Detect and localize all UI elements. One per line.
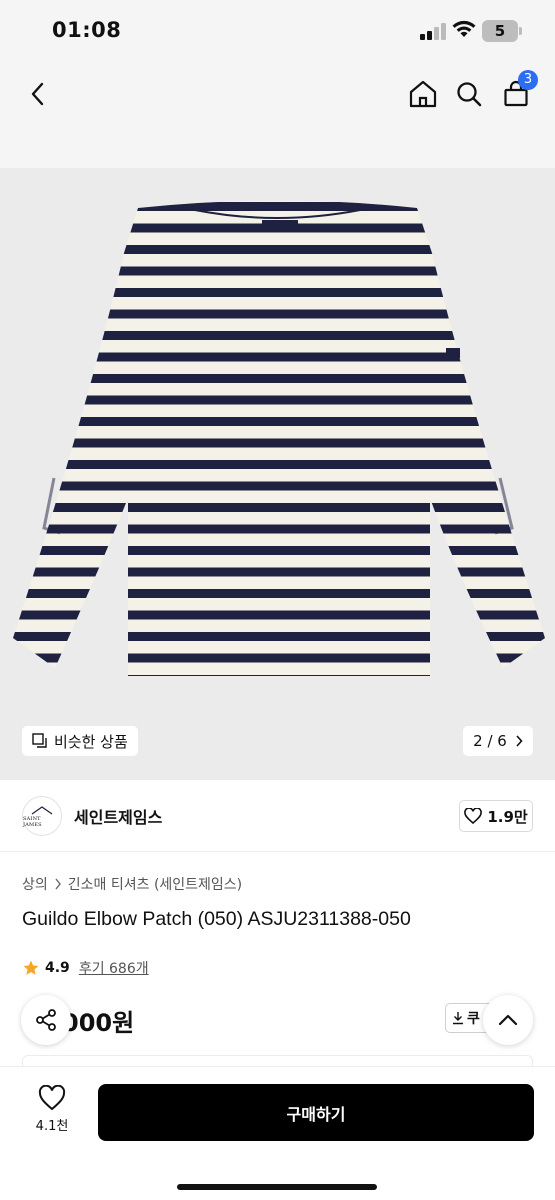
rating-row: 4.9 후기 686개 xyxy=(22,958,149,978)
home-indicator xyxy=(177,1184,377,1190)
rating-value: 4.9 xyxy=(45,960,70,976)
wishlist-count: 4.1천 xyxy=(35,1119,69,1134)
cart-button[interactable]: 3 xyxy=(498,70,538,112)
image-pager[interactable]: 2 / 6 xyxy=(463,726,533,756)
coupon-label: 쿠 xyxy=(467,1011,480,1027)
wishlist-button[interactable]: 4.1천 xyxy=(22,1085,82,1143)
search-icon xyxy=(457,82,482,107)
download-icon xyxy=(453,1012,463,1025)
home-button[interactable] xyxy=(405,76,441,112)
brand-logo-text: SAINT JAMES xyxy=(23,815,42,828)
star-icon xyxy=(23,960,39,975)
breadcrumb: 상의 긴소매 티셔츠 (세인트제임스) xyxy=(22,874,242,894)
cart-badge: 3 xyxy=(518,70,538,90)
brand-row[interactable]: SAINT JAMES 세인트제임스 1.9만 xyxy=(0,780,555,852)
striped-shirt-image xyxy=(13,200,545,676)
wifi-icon xyxy=(452,20,476,37)
brand-like-button[interactable]: 1.9만 xyxy=(459,800,533,832)
scroll-top-button[interactable] xyxy=(483,995,533,1045)
product-title: Guildo Elbow Patch (050) ASJU2311388-050 xyxy=(22,908,411,930)
similar-products-label: 비슷한 상품 xyxy=(54,732,128,751)
review-link[interactable]: 후기 686개 xyxy=(79,958,149,978)
signal-icon xyxy=(420,22,446,40)
similar-products-button[interactable]: 비슷한 상품 xyxy=(22,726,138,756)
chevron-up-icon xyxy=(498,1014,518,1026)
chevron-right-icon xyxy=(55,878,61,890)
app-header: 3 xyxy=(0,62,555,168)
breadcrumb-category[interactable]: 상의 xyxy=(22,874,48,894)
home-icon xyxy=(409,80,437,108)
status-bar: 01:08 5 xyxy=(0,0,555,62)
price: 000원 xyxy=(62,1009,135,1037)
share-button[interactable] xyxy=(21,995,71,1045)
buy-button[interactable]: 구매하기 xyxy=(98,1084,534,1141)
back-button[interactable] xyxy=(20,76,56,112)
share-icon xyxy=(36,1009,56,1031)
product-image[interactable]: 비슷한 상품 2 / 6 xyxy=(0,168,555,780)
search-button[interactable] xyxy=(451,76,487,112)
battery-indicator: 5 xyxy=(482,20,522,42)
brand-name[interactable]: 세인트제임스 xyxy=(74,804,162,828)
page-indicator: 2 / 6 xyxy=(473,732,507,750)
similar-icon xyxy=(32,733,47,748)
brand-logo[interactable]: SAINT JAMES xyxy=(22,796,62,836)
heart-icon xyxy=(464,808,483,824)
brand-like-count: 1.9만 xyxy=(487,807,528,826)
bottom-bar: 4.1천 구매하기 xyxy=(0,1066,555,1200)
breadcrumb-subcategory[interactable]: 긴소매 티셔츠 (세인트제임스) xyxy=(68,874,242,894)
chevron-right-icon xyxy=(516,735,523,747)
back-icon xyxy=(31,82,44,106)
status-time: 01:08 xyxy=(52,18,122,42)
heart-icon xyxy=(38,1085,66,1111)
brand-logo-mark xyxy=(31,805,53,814)
